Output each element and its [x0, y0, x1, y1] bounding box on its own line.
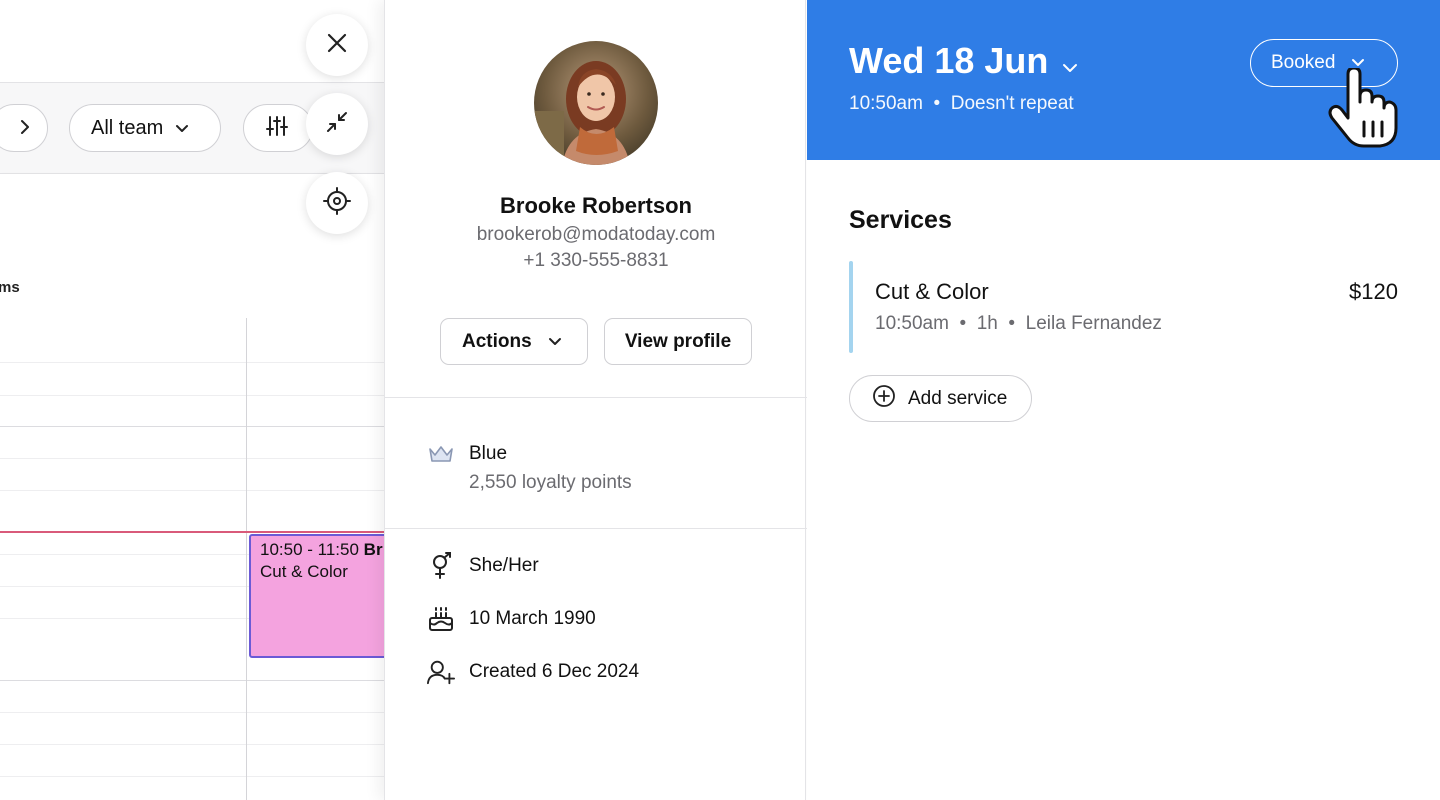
client-birthday: 10 March 1990 — [469, 608, 596, 629]
plus-circle-icon — [872, 384, 896, 414]
grid-line — [0, 776, 384, 777]
appointment-time: 10:50 - 11:50 — [260, 540, 359, 559]
hand-cursor-icon — [1326, 66, 1398, 153]
crosshair-icon — [323, 186, 351, 220]
user-add-icon — [427, 658, 455, 686]
collapse-button[interactable] — [306, 93, 368, 155]
client-pronouns: She/Her — [469, 555, 539, 576]
service-duration: 1h — [976, 313, 998, 334]
filter-settings-button[interactable] — [243, 104, 313, 152]
appointment-header: Wed 18 Jun 10:50am • Doesn't repeat Book… — [807, 0, 1440, 160]
add-service-button[interactable]: Add service — [849, 375, 1032, 422]
service-item[interactable]: Cut & Color $120 10:50am • 1h • Leila Fe… — [849, 261, 1398, 353]
cake-icon — [427, 605, 455, 633]
locate-current-time-button[interactable] — [306, 172, 368, 234]
client-created-date: Created 6 Dec 2024 — [469, 661, 640, 682]
pronouns-row: She/Her — [427, 552, 539, 580]
grid-line — [0, 395, 384, 396]
birthday-row: 10 March 1990 — [427, 605, 596, 633]
grid-hour-line — [0, 680, 384, 681]
grid-line — [0, 712, 384, 713]
sliders-icon — [266, 115, 288, 142]
chevron-down-icon — [175, 117, 189, 140]
view-profile-label: View profile — [624, 330, 732, 352]
services-heading: Services — [849, 206, 952, 234]
client-avatar — [534, 41, 658, 165]
loyalty-row: Blue 2,550 loyalty points — [427, 440, 632, 498]
view-profile-button[interactable]: View profile — [604, 318, 752, 365]
column-divider — [246, 318, 247, 800]
column-header-label: ms — [0, 279, 20, 296]
client-email: brookerob@modatoday.com — [476, 224, 716, 245]
service-price: $120 — [1349, 279, 1398, 304]
grid-line — [0, 458, 384, 459]
grid-line — [0, 490, 384, 491]
separator-dot: • — [954, 313, 972, 334]
section-divider — [385, 397, 807, 398]
actions-label: Actions — [462, 330, 532, 352]
appointment-service: Cut & Color — [260, 562, 348, 581]
service-color-bar — [849, 261, 853, 353]
appointment-date: Wed 18 Jun — [849, 40, 1049, 81]
loyalty-points: 2,550 loyalty points — [469, 472, 632, 493]
client-details-panel: Brooke Robertson brookerob@modatoday.com… — [384, 0, 807, 800]
grid-line — [0, 744, 384, 745]
loyalty-tier: Blue — [469, 443, 508, 464]
chevron-down-icon — [548, 331, 562, 353]
current-time-indicator — [0, 531, 384, 533]
close-icon — [326, 32, 348, 59]
collapse-arrows-icon — [325, 110, 349, 139]
actions-button[interactable]: Actions — [440, 318, 588, 365]
chevron-down-icon — [1062, 40, 1078, 82]
service-meta: 10:50am • 1h • Leila Fernandez — [875, 313, 1162, 335]
appointment-client: Br — [363, 540, 383, 559]
close-button[interactable] — [306, 14, 368, 76]
separator-dot: • — [928, 93, 946, 114]
team-filter-select[interactable]: All team — [69, 104, 221, 152]
client-name: Brooke Robertson — [500, 193, 692, 218]
calendar-appointment-block[interactable]: 10:50 - 11:50 Br Cut & Color — [249, 534, 384, 658]
created-row: Created 6 Dec 2024 — [427, 658, 639, 686]
appointment-time: 10:50am — [849, 93, 923, 114]
client-phone: +1 330-555-8831 — [523, 250, 669, 271]
add-service-label: Add service — [908, 387, 1008, 409]
gender-icon — [427, 552, 455, 580]
grid-hour-line — [0, 426, 384, 427]
appointment-time-repeat: 10:50am • Doesn't repeat — [849, 93, 1074, 115]
appointment-panel: Wed 18 Jun 10:50am • Doesn't repeat Book… — [807, 0, 1440, 800]
next-date-button[interactable] — [0, 104, 48, 152]
service-time: 10:50am — [875, 313, 949, 334]
chevron-right-icon — [19, 115, 31, 141]
calendar-view: All team ms 10:50 - 11:50 Br Cut & Color — [0, 0, 384, 800]
separator-dot: • — [1003, 313, 1021, 334]
team-filter-label: All team — [91, 116, 164, 139]
section-divider — [385, 528, 807, 529]
appointment-date-select[interactable]: Wed 18 Jun — [849, 40, 1078, 82]
appointment-repeat: Doesn't repeat — [950, 93, 1074, 114]
crown-icon — [427, 440, 455, 468]
grid-line — [0, 362, 384, 363]
service-name: Cut & Color — [875, 279, 989, 304]
service-staff: Leila Fernandez — [1025, 313, 1162, 334]
